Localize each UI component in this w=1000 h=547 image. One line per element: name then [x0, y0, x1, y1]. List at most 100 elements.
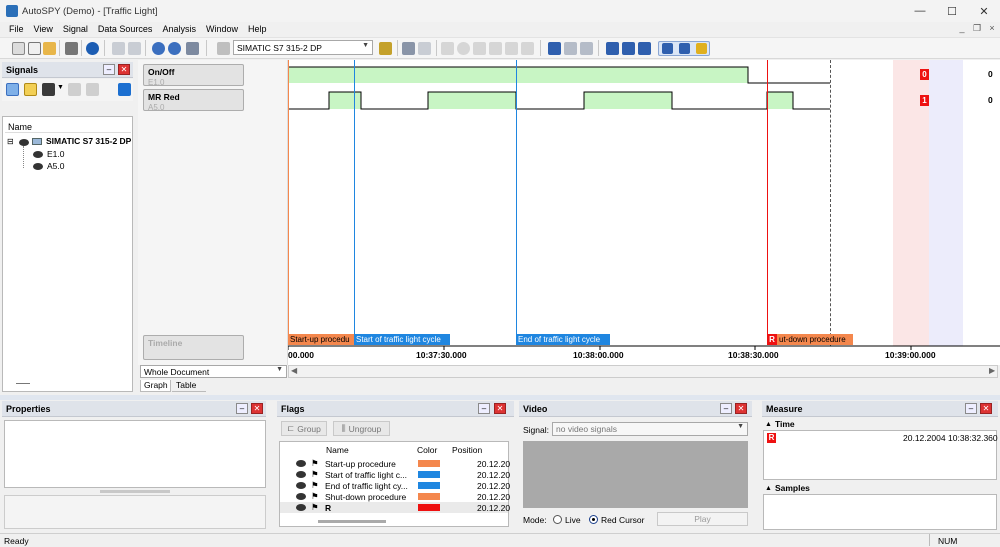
tab-graph[interactable]: Graph [140, 380, 171, 392]
signal-button-mr-red[interactable]: MR Red A5.0 [143, 89, 244, 112]
menu-window[interactable]: Window [206, 24, 238, 34]
cursor-both-icon[interactable] [638, 42, 651, 55]
cursor-right-icon[interactable] [622, 42, 635, 55]
flag-line-startup[interactable] [288, 60, 289, 344]
minimize-icon[interactable]: ‒ [478, 403, 490, 414]
horizontal-scrollbar[interactable] [288, 365, 998, 378]
minimize-icon[interactable]: ‒ [103, 64, 115, 75]
pause-icon[interactable] [473, 42, 486, 55]
eye-icon[interactable] [296, 460, 306, 467]
red-cursor-line[interactable] [767, 60, 768, 344]
video-signal-select[interactable]: no video signals ▼ [552, 422, 748, 436]
mdi-close-icon[interactable]: × [987, 22, 997, 34]
mode-live-radio[interactable] [553, 515, 562, 524]
record-icon[interactable] [457, 42, 470, 55]
signal-button-on-off[interactable]: On/Off E1.0 [143, 64, 244, 87]
cursor-left-icon[interactable] [606, 42, 619, 55]
find-prev-icon[interactable] [564, 42, 577, 55]
new-icon[interactable] [12, 42, 25, 55]
maximize-button[interactable]: ☐ [936, 0, 968, 22]
mdi-restore-icon[interactable]: ❐ [972, 22, 982, 34]
table-row[interactable]: ⚑ Shut-down procedure 20.12.20 [280, 491, 510, 502]
wand-icon[interactable] [42, 83, 55, 96]
properties-splitter[interactable] [100, 490, 170, 493]
eye-icon[interactable] [296, 504, 306, 511]
samples-section-header[interactable]: ▲ Samples [762, 482, 998, 494]
minimize-button[interactable]: — [904, 0, 936, 22]
eye-icon[interactable] [296, 482, 306, 489]
end-icon[interactable] [521, 42, 534, 55]
close-button[interactable]: ✕ [968, 0, 1000, 22]
table-row[interactable]: ⚑ R 20.12.20 [280, 502, 510, 513]
eye-icon[interactable] [296, 493, 306, 500]
mdi-minimize-icon[interactable]: _ [957, 22, 967, 34]
minimize-icon[interactable]: ‒ [236, 403, 248, 414]
menu-signal[interactable]: Signal [63, 24, 88, 34]
play-button[interactable]: Play [657, 512, 748, 526]
binoculars-icon[interactable] [548, 42, 561, 55]
mode-red-cursor-radio[interactable] [589, 515, 598, 524]
eye-icon[interactable] [296, 471, 306, 478]
flags-col-position[interactable]: Position [452, 445, 482, 455]
table-row[interactable]: ⚑ End of traffic light cy... 20.12.20 [280, 480, 510, 491]
menu-view[interactable]: View [34, 24, 53, 34]
waveform-canvas[interactable] [288, 60, 1000, 350]
tree-root-label[interactable]: SIMATIC S7 315-2 DP [46, 136, 131, 146]
signal-view-icon[interactable] [6, 83, 19, 96]
minimize-icon[interactable]: ‒ [965, 403, 977, 414]
page-setup-icon[interactable] [128, 42, 141, 55]
zoom-in-icon[interactable] [152, 42, 165, 55]
eye-icon[interactable] [19, 139, 29, 146]
zoom-out-icon[interactable] [168, 42, 181, 55]
open-folder-icon[interactable] [43, 42, 56, 55]
collapse-icon[interactable]: ⊟ [7, 137, 14, 146]
print-preview-icon[interactable] [112, 42, 125, 55]
device-combo[interactable]: SIMATIC S7 315-2 DP ▼ [233, 40, 373, 55]
flag-label-cycle-end[interactable]: End of traffic light cycle [516, 334, 610, 345]
scroll-left-icon[interactable]: ◀ [291, 366, 297, 375]
scroll-right-icon[interactable]: ▶ [989, 366, 995, 375]
device-icon[interactable] [217, 42, 230, 55]
flag-line-cycle-end[interactable] [516, 60, 517, 344]
flag-label-startup[interactable]: Start-up procedu [288, 334, 354, 345]
table-row[interactable]: ⚑ Start of traffic light c... 20.12.20 [280, 469, 510, 480]
flags-col-color[interactable]: Color [417, 445, 437, 455]
find-next-icon[interactable] [580, 42, 593, 55]
flags-col-name[interactable]: Name [326, 445, 349, 455]
samples-grid[interactable] [763, 494, 997, 530]
zoom-fit-icon[interactable] [186, 42, 199, 55]
refresh-icon[interactable] [118, 83, 131, 96]
mode-red-cursor-label[interactable]: Red Cursor [601, 515, 644, 525]
tab-table[interactable]: Table [172, 380, 206, 392]
close-icon[interactable]: ✕ [980, 403, 992, 414]
scrollbar-grip[interactable] [16, 383, 30, 384]
record-setup-icon[interactable] [402, 42, 415, 55]
new-document-icon[interactable] [28, 42, 41, 55]
menu-file[interactable]: File [9, 24, 24, 34]
menu-analysis[interactable]: Analysis [162, 24, 196, 34]
ungroup-button[interactable]: ⫼ Ungroup [333, 421, 390, 436]
timeline-button[interactable]: Timeline [143, 335, 244, 360]
close-icon[interactable]: ✕ [494, 403, 506, 414]
stop-icon[interactable] [505, 42, 518, 55]
close-icon[interactable]: ✕ [118, 64, 130, 75]
mode-live-label[interactable]: Live [565, 515, 581, 525]
menu-help[interactable]: Help [248, 24, 267, 34]
anchor-icon[interactable] [662, 43, 673, 54]
eye-icon[interactable] [33, 151, 43, 158]
step-icon[interactable] [441, 42, 454, 55]
close-icon[interactable]: ✕ [251, 403, 263, 414]
horizontal-splitter[interactable] [0, 395, 1000, 400]
eye-icon[interactable] [33, 163, 43, 170]
chevron-down-icon[interactable]: ▼ [57, 84, 64, 91]
flags-scrollbar-thumb[interactable] [318, 520, 386, 523]
close-icon[interactable]: ✕ [735, 403, 747, 414]
info-icon[interactable] [86, 42, 99, 55]
menu-data-sources[interactable]: Data Sources [98, 24, 153, 34]
tree-item-e1-0[interactable]: E1.0 [47, 149, 65, 159]
folder-view-icon[interactable] [24, 83, 37, 96]
minimize-icon[interactable]: ‒ [720, 403, 732, 414]
print-icon[interactable] [65, 42, 78, 55]
tree-item-a5-0[interactable]: A5.0 [47, 161, 65, 171]
flag-label-shutdown[interactable]: ut-down procedure [777, 334, 853, 345]
